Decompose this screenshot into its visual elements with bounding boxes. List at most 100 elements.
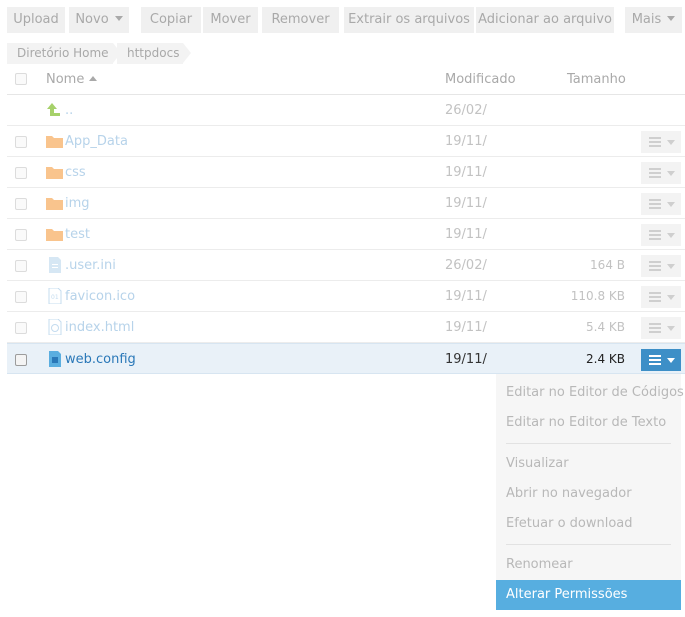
file-modified: 19/11/ [445, 352, 487, 367]
menu-icon [649, 323, 661, 333]
file-modified: 19/11/ [445, 134, 487, 149]
file-modified: 19/11/ [445, 227, 487, 242]
file-name[interactable]: .user.ini [65, 250, 116, 281]
upload-button[interactable]: Upload [7, 7, 65, 33]
file-name[interactable]: App_Data [65, 126, 128, 157]
file-size: 5.4 KB [586, 320, 625, 334]
menu-divider [506, 544, 671, 545]
row-checkbox[interactable] [15, 291, 27, 303]
column-size-header[interactable]: Tamanho [567, 64, 626, 95]
row-checkbox[interactable] [15, 167, 27, 179]
chevron-down-icon [114, 16, 123, 21]
menu-icon [649, 168, 661, 178]
extrair-button[interactable]: Extrair os arquivos [344, 7, 474, 33]
file-name[interactable]: css [65, 157, 86, 188]
sort-ascending-icon [89, 76, 98, 81]
mover-label: Mover [210, 12, 251, 27]
row-actions-button[interactable] [641, 131, 681, 153]
menu-item-download[interactable]: Efetuar o download [496, 509, 681, 539]
menu-item-view[interactable]: Visualizar [496, 449, 681, 479]
chevron-down-icon [667, 326, 675, 331]
folder-icon [46, 136, 63, 148]
menu-item-edit-code[interactable]: Editar no Editor de Códigos [496, 378, 684, 408]
toolbar: Upload Novo Copiar Mover Remover Extrair… [7, 7, 682, 33]
text-file-icon [49, 257, 61, 273]
menu-icon [649, 261, 661, 271]
table-row[interactable]: 01 favicon.ico 19/11/ 110.8 KB [7, 281, 685, 312]
file-modified: 19/11/ [445, 196, 487, 211]
adicionar-button[interactable]: Adicionar ao arquivo [476, 7, 614, 33]
folder-icon [46, 198, 63, 210]
folder-icon [46, 167, 63, 179]
row-actions-button[interactable] [641, 224, 681, 246]
menu-item-open-browser[interactable]: Abrir no navegador [496, 479, 681, 509]
file-modified: 26/02/ [445, 258, 487, 273]
row-actions-button[interactable] [641, 286, 681, 308]
file-size: 164 B [590, 258, 625, 272]
row-actions-button[interactable] [641, 317, 681, 339]
mover-button[interactable]: Mover [203, 7, 258, 33]
copiar-label: Copiar [149, 12, 193, 27]
table-row[interactable]: img 19/11/ [7, 188, 685, 219]
novo-label: Novo [75, 12, 109, 27]
breadcrumb-current-label: httpdocs [127, 46, 180, 60]
row-actions-button[interactable] [641, 349, 681, 371]
column-name-header[interactable]: Nome [46, 64, 98, 95]
chevron-down-icon [667, 202, 675, 207]
chevron-down-icon [667, 233, 675, 238]
file-name[interactable]: img [65, 188, 90, 219]
html-file-icon [48, 319, 62, 335]
file-modified: 19/11/ [445, 165, 487, 180]
file-name[interactable]: favicon.ico [65, 281, 135, 312]
row-actions-button[interactable] [641, 193, 681, 215]
menu-item-change-permissions[interactable]: Alterar Permissões [496, 580, 681, 610]
row-checkbox[interactable] [15, 260, 27, 272]
file-modified: 26/02/ [445, 103, 487, 118]
remover-button[interactable]: Remover [262, 7, 339, 33]
chevron-down-icon [667, 358, 675, 363]
breadcrumb-home-label: Diretório Home [17, 46, 109, 60]
menu-divider [506, 443, 671, 444]
row-checkbox[interactable] [15, 198, 27, 210]
novo-button[interactable]: Novo [69, 7, 129, 33]
menu-icon [649, 230, 661, 240]
chevron-down-icon [667, 295, 675, 300]
table-row[interactable]: index.html 19/11/ 5.4 KB [7, 312, 685, 343]
select-all-checkbox[interactable] [15, 73, 27, 85]
table-header: Nome Modificado Tamanho [7, 64, 685, 95]
up-arrow-icon [47, 103, 60, 116]
row-checkbox[interactable] [15, 322, 27, 334]
table-row[interactable]: .user.ini 26/02/ 164 B [7, 250, 685, 281]
column-modified-header[interactable]: Modificado [445, 64, 516, 95]
column-name-label: Nome [46, 72, 85, 87]
file-size: 2.4 KB [586, 352, 625, 366]
chevron-down-icon [667, 264, 675, 269]
row-checkbox[interactable] [15, 229, 27, 241]
file-table: Nome Modificado Tamanho .. 26/02/ App_Da… [7, 64, 685, 374]
menu-icon [649, 199, 661, 209]
row-actions-button[interactable] [641, 255, 681, 277]
table-row[interactable]: test 19/11/ [7, 219, 685, 250]
copiar-button[interactable]: Copiar [141, 7, 201, 33]
binary-file-icon: 01 [48, 288, 62, 304]
table-row[interactable]: css 19/11/ [7, 157, 685, 188]
menu-item-edit-text[interactable]: Editar no Editor de Texto [496, 408, 681, 438]
menu-icon [649, 137, 661, 147]
row-actions-button[interactable] [641, 162, 681, 184]
row-checkbox[interactable] [15, 354, 27, 366]
breadcrumb-home[interactable]: Diretório Home [7, 43, 121, 64]
file-name[interactable]: .. [65, 95, 73, 126]
extrair-label: Extrair os arquivos [348, 12, 470, 27]
row-checkbox[interactable] [15, 136, 27, 148]
row-actions-menu: Editar no Editor de Códigos Editar no Ed… [496, 374, 684, 610]
table-row-selected[interactable]: web.config 19/11/ 2.4 KB [7, 343, 685, 374]
file-name[interactable]: test [65, 219, 90, 250]
mais-button[interactable]: Mais [625, 7, 682, 33]
table-row[interactable]: App_Data 19/11/ [7, 126, 685, 157]
file-name[interactable]: index.html [65, 312, 134, 343]
menu-icon [649, 355, 661, 365]
file-name[interactable]: web.config [65, 344, 136, 375]
breadcrumb-current[interactable]: httpdocs [117, 43, 191, 64]
table-row[interactable]: .. 26/02/ [7, 95, 685, 126]
menu-item-rename[interactable]: Renomear [496, 550, 681, 580]
